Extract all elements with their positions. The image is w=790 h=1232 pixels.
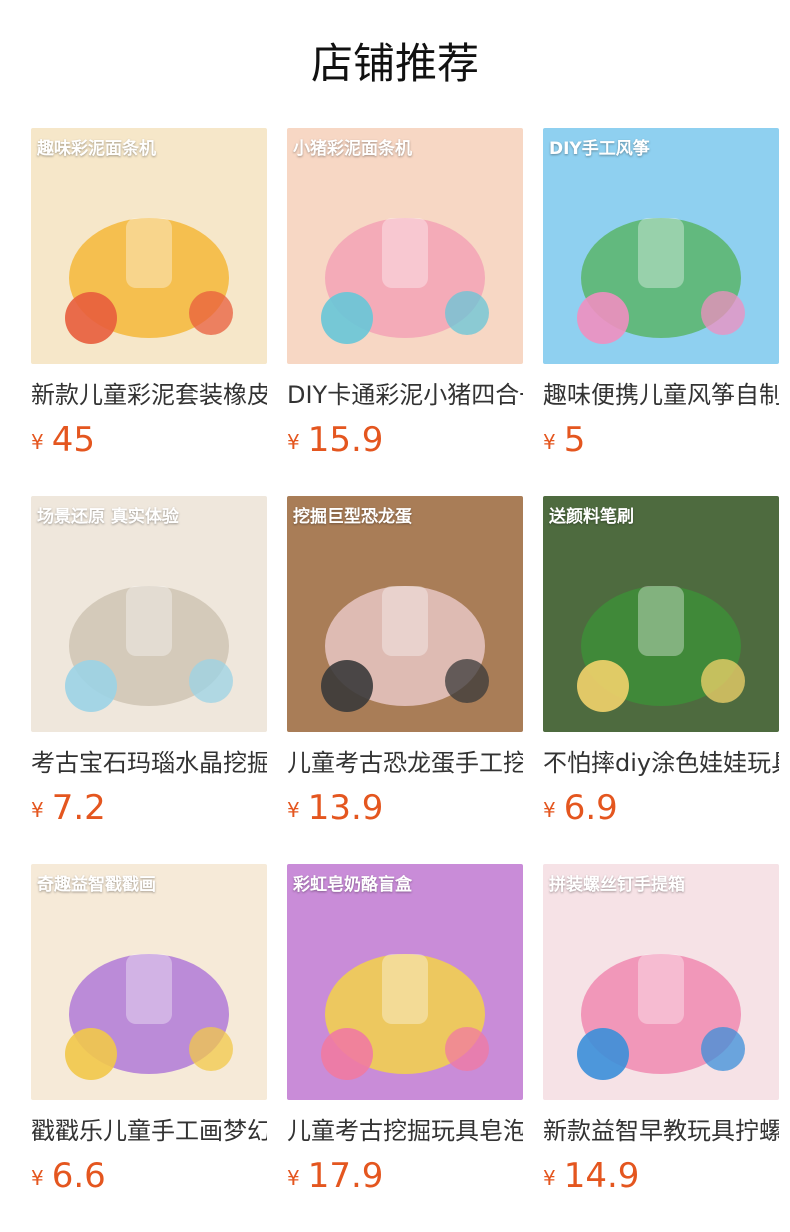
product-price: ¥17.9 [287,1156,523,1196]
product-image[interactable]: DIY手工风筝 [543,128,779,364]
price-value: 6.9 [563,788,618,828]
product-price: ¥45 [31,420,267,460]
product-price: ¥6.9 [543,788,779,828]
product-card[interactable]: 趣味彩泥面条机新款儿童彩泥套装橡皮泥 ¥45 [31,128,267,460]
currency-symbol: ¥ [287,798,300,822]
product-card[interactable]: 挖掘巨型恐龙蛋儿童考古恐龙蛋手工挖掘 ¥13.9 [287,496,523,828]
product-image[interactable]: 拼装螺丝钉手提箱 [543,864,779,1100]
product-name[interactable]: DIY卡通彩泥小猪四合一 [287,378,523,412]
page-title: 店铺推荐 [310,39,479,88]
image-banner-text: 奇趣益智戳戳画 [37,875,156,895]
product-price: ¥13.9 [287,788,523,828]
product-price: ¥5 [543,420,779,460]
image-banner-text: DIY手工风筝 [549,139,650,159]
product-price: ¥15.9 [287,420,523,460]
product-card[interactable]: 奇趣益智戳戳画戳戳乐儿童手工画梦幻 ¥6.6 [31,864,267,1196]
product-card[interactable]: 彩虹皂奶酪盲盒儿童考古挖掘玩具皂泡 ¥17.9 [287,864,523,1196]
product-card[interactable]: 小猪彩泥面条机 DIY卡通彩泥小猪四合一 ¥15.9 [287,128,523,460]
price-value: 13.9 [307,788,384,828]
product-name[interactable]: 趣味便携儿童风筝自制 [543,378,779,412]
currency-symbol: ¥ [543,1166,556,1190]
price-value: 17.9 [307,1156,384,1196]
product-card[interactable]: DIY手工风筝趣味便携儿童风筝自制 ¥5 [543,128,779,460]
product-name[interactable]: 戳戳乐儿童手工画梦幻 [31,1114,267,1148]
product-image[interactable]: 场景还原 真实体验 [31,496,267,732]
image-banner-text: 拼装螺丝钉手提箱 [549,875,685,895]
product-name[interactable]: 不怕摔diy涂色娃娃玩具 [543,746,779,780]
price-value: 15.9 [307,420,384,460]
product-name[interactable]: 新款益智早教玩具拧螺丝 [543,1114,779,1148]
currency-symbol: ¥ [31,798,44,822]
product-price: ¥14.9 [543,1156,779,1196]
currency-symbol: ¥ [287,430,300,454]
product-name[interactable]: 儿童考古恐龙蛋手工挖掘 [287,746,523,780]
image-banner-text: 送颜料笔刷 [549,507,634,527]
product-name[interactable]: 考古宝石玛瑙水晶挖掘 [31,746,267,780]
currency-symbol: ¥ [287,1166,300,1190]
currency-symbol: ¥ [31,1166,44,1190]
product-card[interactable]: 拼装螺丝钉手提箱新款益智早教玩具拧螺丝 ¥14.9 [543,864,779,1196]
image-banner-text: 彩虹皂奶酪盲盒 [293,875,412,895]
price-value: 5 [563,420,586,460]
image-banner-text: 挖掘巨型恐龙蛋 [293,507,412,527]
product-card[interactable]: 送颜料笔刷不怕摔diy涂色娃娃玩具 ¥6.9 [543,496,779,828]
product-name[interactable]: 新款儿童彩泥套装橡皮泥 [31,378,267,412]
price-value: 6.6 [51,1156,106,1196]
product-price: ¥6.6 [31,1156,267,1196]
product-image[interactable]: 趣味彩泥面条机 [31,128,267,364]
product-image[interactable]: 小猪彩泥面条机 [287,128,523,364]
price-value: 7.2 [51,788,106,828]
price-value: 45 [51,420,95,460]
image-banner-text: 场景还原 真实体验 [37,507,179,527]
image-banner-text: 小猪彩泥面条机 [293,139,412,159]
product-card[interactable]: 场景还原 真实体验考古宝石玛瑙水晶挖掘 ¥7.2 [31,496,267,828]
currency-symbol: ¥ [543,430,556,454]
product-image[interactable]: 奇趣益智戳戳画 [31,864,267,1100]
image-banner-text: 趣味彩泥面条机 [37,139,156,159]
product-price: ¥7.2 [31,788,267,828]
store-recommendations-page: 店铺推荐 趣味彩泥面条机新款儿童彩泥套装橡皮泥 ¥45 小猪彩泥面条机 DIY卡通彩泥… [0,0,790,1232]
product-image[interactable]: 送颜料笔刷 [543,496,779,732]
price-value: 14.9 [563,1156,640,1196]
product-image[interactable]: 彩虹皂奶酪盲盒 [287,864,523,1100]
product-image[interactable]: 挖掘巨型恐龙蛋 [287,496,523,732]
currency-symbol: ¥ [543,798,556,822]
currency-symbol: ¥ [31,430,44,454]
product-name[interactable]: 儿童考古挖掘玩具皂泡 [287,1114,523,1148]
